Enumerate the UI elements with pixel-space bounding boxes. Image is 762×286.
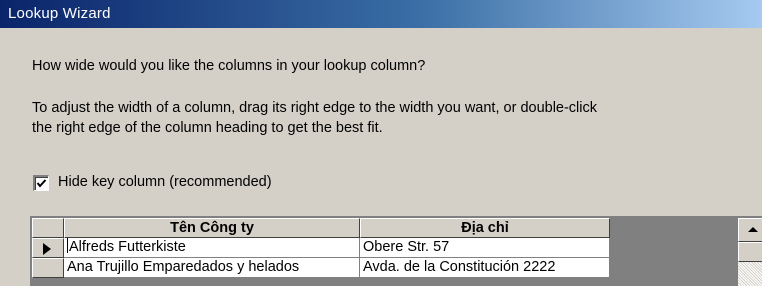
column-header-address[interactable]: Địa chỉ <box>360 218 610 238</box>
scroll-up-button[interactable] <box>738 218 762 242</box>
vertical-scrollbar[interactable] <box>738 218 762 286</box>
row-selector-2[interactable] <box>32 258 64 278</box>
cell-text: Ana Trujillo Emparedados y helados <box>67 259 300 275</box>
check-icon <box>36 179 47 188</box>
question-text: How wide would you like the columns in y… <box>32 58 426 74</box>
column-width-grid: Tên Công ty Địa chỉ Alfreds Futterkiste … <box>30 216 762 286</box>
lookup-wizard-window: Lookup Wizard How wide would you like th… <box>0 0 762 286</box>
hide-key-column-checkbox[interactable] <box>33 175 49 191</box>
cell-text: Avda. de la Constitución 2222 <box>363 259 556 275</box>
table-cell[interactable]: Obere Str. 57 <box>360 238 610 258</box>
column-header-company-name[interactable]: Tên Công ty <box>64 218 360 238</box>
scroll-up-arrow-icon <box>748 227 758 232</box>
cell-text: Obere Str. 57 <box>363 239 450 255</box>
window-title: Lookup Wizard <box>8 5 111 22</box>
table-cell[interactable]: Alfreds Futterkiste <box>64 238 360 258</box>
table-cell[interactable]: Avda. de la Constitución 2222 <box>360 258 610 278</box>
title-bar[interactable]: Lookup Wizard <box>0 0 762 28</box>
scroll-thumb[interactable] <box>738 242 762 262</box>
instruction-line-1: To adjust the width of a column, drag it… <box>32 100 598 116</box>
table-cell[interactable]: Ana Trujillo Emparedados y helados <box>64 258 360 278</box>
grid-corner[interactable] <box>32 218 64 238</box>
row-selector-1[interactable] <box>32 238 64 258</box>
cell-text: Alfreds Futterkiste <box>69 239 186 255</box>
current-row-arrow-icon <box>43 243 51 255</box>
hide-key-column-label[interactable]: Hide key column (recommended) <box>58 174 272 190</box>
instruction-line-2: the right edge of the column heading to … <box>32 120 383 136</box>
text-cursor <box>67 238 68 253</box>
grid-data-area: Tên Công ty Địa chỉ Alfreds Futterkiste … <box>32 218 738 286</box>
